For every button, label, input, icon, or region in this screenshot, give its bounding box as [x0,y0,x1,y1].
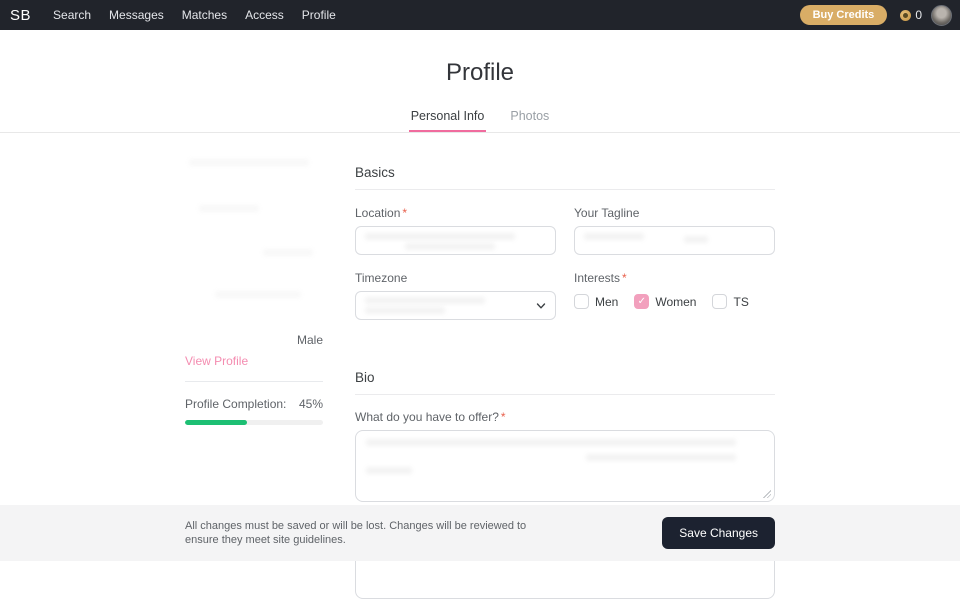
tab-personal-info[interactable]: Personal Info [408,109,487,132]
gender-value: Male [296,333,323,347]
basics-divider [355,189,775,190]
bio-divider [355,394,775,395]
bio-heading: Bio [355,370,375,385]
redacted-text [366,439,736,446]
nav-item-messages[interactable]: Messages [109,8,164,22]
interest-women[interactable]: ✓ Women [634,294,696,309]
redacted-text [584,233,644,240]
nav-item-search[interactable]: Search [53,8,91,22]
sidebar-divider [185,381,323,382]
tagline-input[interactable] [574,226,775,255]
redacted-text [215,291,301,298]
completion-progress-fill [185,420,248,425]
redacted-text [684,236,708,243]
interest-men[interactable]: ✓ Men [574,294,618,309]
tabs-strip: Personal Info Photos [0,109,960,133]
interests-options: ✓ Men ✓ Women ✓ TS [574,294,775,309]
redacted-text [199,205,259,212]
redacted-text [405,243,495,250]
tagline-field-group: Your Tagline [574,206,775,255]
offer-label: What do you have to offer? * [355,410,506,424]
view-profile-link[interactable]: View Profile [185,354,248,368]
interests-label: Interests * [574,271,627,285]
tab-photos[interactable]: Photos [510,109,549,132]
redacted-text [365,307,445,314]
redacted-text [189,159,309,166]
tagline-label: Your Tagline [574,206,640,220]
location-field-group: Location * [355,206,556,255]
offer-textarea[interactable] [355,430,775,502]
checkbox-men[interactable]: ✓ [574,294,589,309]
interest-ts[interactable]: ✓ TS [712,294,749,309]
page-title: Profile [445,59,515,86]
completion-progress-bar [185,420,323,425]
tabs: Personal Info Photos [0,109,960,132]
profile-completion-value: 45% [298,397,323,411]
buy-credits-button[interactable]: Buy Credits [799,5,888,25]
nav-item-access[interactable]: Access [245,8,284,22]
basics-heading: Basics [355,165,395,180]
footer-note: All changes must be saved or will be los… [185,520,527,546]
nav-links: Search Messages Matches Access Profile [53,8,800,22]
nav-item-matches[interactable]: Matches [182,8,227,22]
redacted-text [365,297,485,304]
save-changes-button[interactable]: Save Changes [662,517,775,549]
checkbox-ts[interactable]: ✓ [712,294,728,309]
chevron-down-icon [536,303,546,309]
navbar-right: Buy Credits 0 [799,4,952,26]
avatar[interactable] [931,4,952,26]
top-navbar: SB Search Messages Matches Access Profil… [0,0,960,30]
required-asterisk: * [622,271,627,285]
nav-item-profile[interactable]: Profile [302,8,336,22]
interests-field-group: Interests* ✓ Men ✓ Women ✓ TS [574,271,775,320]
profile-completion-row: Profile Completion: 45% [185,397,323,411]
redacted-text [586,454,736,461]
required-asterisk: * [500,410,506,424]
site-logo[interactable]: SB [10,7,31,24]
redacted-text [366,467,412,474]
location-label: Location * [355,206,408,220]
timezone-label: Timezone [355,271,408,285]
timezone-field-group: Timezone [355,271,556,320]
profile-completion-label: Profile Completion: [185,397,287,411]
checkbox-women[interactable]: ✓ [634,294,650,309]
profile-photo-placeholder [185,153,323,321]
redacted-text [263,249,313,256]
redacted-text [365,233,515,240]
resize-handle[interactable] [763,490,771,498]
timezone-select[interactable] [355,291,556,320]
credits-indicator: 0 [900,8,922,22]
footer-bar: All changes must be saved or will be los… [0,505,960,561]
required-asterisk: * [402,206,408,220]
location-input[interactable] [355,226,556,255]
coin-icon [900,9,912,21]
credits-count: 0 [915,8,922,22]
